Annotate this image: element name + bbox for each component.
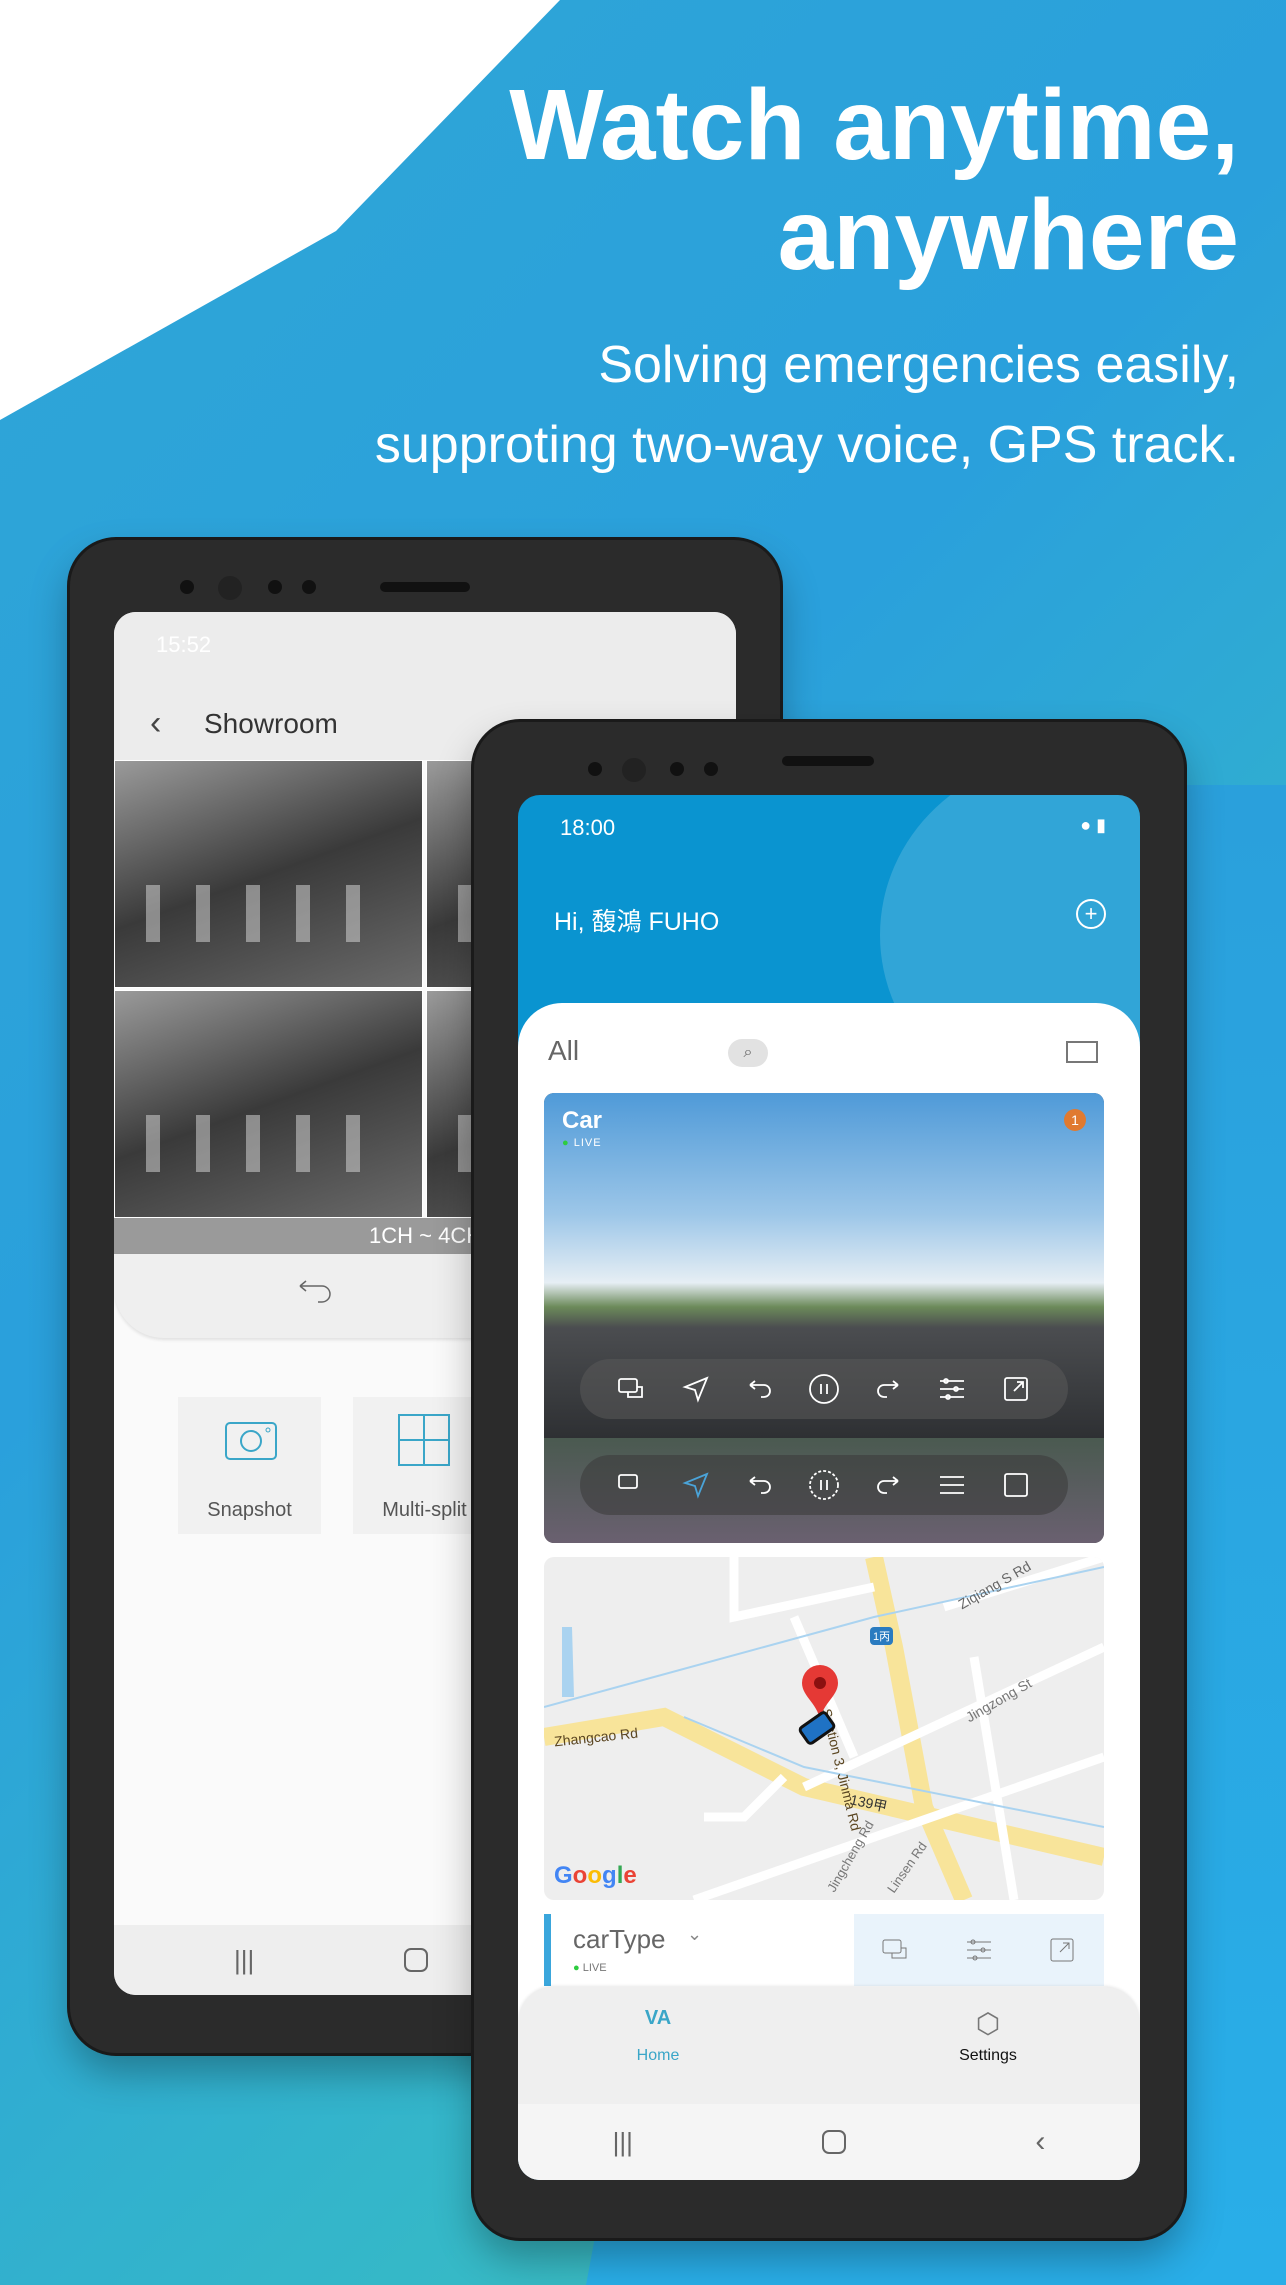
navigate-icon[interactable] [680, 1469, 712, 1501]
notification-badge[interactable]: 1 [1064, 1109, 1086, 1131]
chat-icon[interactable] [880, 1934, 912, 1966]
sliders-icon[interactable] [936, 1469, 968, 1501]
redo-icon[interactable] [872, 1469, 904, 1501]
search-button[interactable]: ⌕ [728, 1039, 768, 1067]
video-controls [580, 1359, 1068, 1419]
map-route-marker: 1丙 [870, 1627, 894, 1645]
front-phone-screen: 18:00 ● ▮ Hi, 馥鴻 FUHO + All ⌕ Car ● LIVE… [518, 795, 1140, 2180]
subtitle-line1: Solving emergencies easily, [598, 336, 1239, 394]
map-view[interactable]: Zhangcao Rd Section 3, Jinma Rd Ziqiang … [544, 1557, 1104, 1900]
device-name: carType [573, 1924, 666, 1954]
bottom-tab-bar: VA Home ⬡ Settings [518, 1987, 1140, 2104]
greeting: Hi, 馥鴻 FUHO [554, 908, 720, 936]
navigate-icon[interactable] [680, 1373, 712, 1405]
home-icon[interactable] [404, 1948, 429, 1972]
status-time: 18:00 [560, 815, 616, 840]
live-label: LIVE [582, 1962, 607, 1974]
page-title: Showroom [204, 708, 338, 739]
chevron-down-icon[interactable]: ⌄ [687, 1924, 702, 1945]
headline: Watch anytime, anywhere [509, 70, 1239, 290]
tile-label: Snapshot [207, 1499, 292, 1521]
google-logo: Google [554, 1862, 637, 1889]
device-row[interactable]: carType ⌄ ● LIVE [544, 1914, 1104, 1986]
live-status: ● LIVE [562, 1137, 602, 1149]
device-live-status: ● LIVE [573, 1962, 607, 1974]
pause-icon[interactable] [808, 1469, 840, 1501]
undo-icon[interactable] [744, 1469, 776, 1501]
layout-toggle-icon[interactable] [1066, 1041, 1098, 1063]
home-icon[interactable] [822, 2130, 847, 2154]
settings-icon: ⬡ [975, 2008, 1001, 2039]
camera-view-3[interactable] [114, 990, 423, 1218]
front-phone: 18:00 ● ▮ Hi, 馥鴻 FUHO + All ⌕ Car ● LIVE… [474, 722, 1184, 2238]
device-actions [854, 1914, 1104, 1986]
camera-card[interactable]: Car ● LIVE 1 [544, 1093, 1104, 1543]
undo-icon[interactable] [296, 1278, 336, 1308]
system-nav-bar: ||| ‹ [518, 2104, 1140, 2180]
chat-icon[interactable] [616, 1469, 648, 1501]
sliders-icon[interactable] [963, 1934, 995, 1966]
vacron-logo-icon: VA [644, 2007, 672, 2029]
tab-label: Home [636, 2047, 680, 2064]
headline-line1: Watch anytime, [509, 69, 1239, 181]
fullscreen-icon[interactable] [1000, 1469, 1032, 1501]
camera-view-1[interactable] [114, 760, 423, 988]
live-label: LIVE [573, 1137, 602, 1149]
back-icon[interactable]: ‹ [1035, 2125, 1045, 2159]
tab-settings[interactable]: ⬡ Settings [908, 2007, 1068, 2065]
filter-all[interactable]: All [548, 1035, 579, 1067]
headline-line2: anywhere [777, 179, 1239, 291]
subtitle: Solving emergencies easily, supproting t… [375, 325, 1239, 485]
recents-icon[interactable]: ||| [613, 2127, 633, 2158]
tab-home[interactable]: VA Home [578, 2007, 738, 2065]
status-time: 15:52 [156, 632, 212, 657]
redo-icon[interactable] [872, 1373, 904, 1405]
add-device-button[interactable]: + [1076, 899, 1106, 929]
undo-icon[interactable] [744, 1373, 776, 1405]
video-controls-secondary [580, 1455, 1068, 1515]
tab-label: Settings [959, 2047, 1017, 2064]
recents-icon[interactable]: ||| [234, 1945, 254, 1976]
back-icon[interactable]: ‹ [150, 704, 161, 743]
camera-icon [225, 1422, 277, 1460]
chat-icon[interactable] [616, 1373, 648, 1405]
fullscreen-icon[interactable] [1046, 1934, 1078, 1966]
camera-name: Car [562, 1107, 603, 1134]
grid-icon [398, 1414, 450, 1466]
subtitle-line2: supproting two-way voice, GPS track. [374, 416, 1239, 474]
fullscreen-icon[interactable] [1000, 1373, 1032, 1405]
sliders-icon[interactable] [936, 1373, 968, 1405]
pause-icon[interactable] [808, 1373, 840, 1405]
status-icons: ● ▮ [1080, 815, 1106, 835]
tile-snapshot[interactable]: Snapshot [178, 1397, 321, 1534]
